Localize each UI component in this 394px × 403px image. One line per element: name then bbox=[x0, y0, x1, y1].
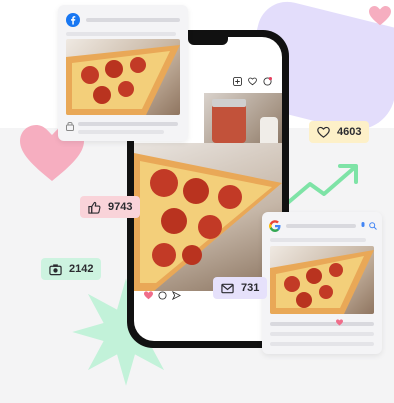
phone-post-actions bbox=[144, 291, 181, 300]
photos-stat-pill: 2142 bbox=[41, 258, 102, 280]
card-subheader-line bbox=[66, 32, 176, 36]
result-line-3 bbox=[270, 342, 374, 346]
microphone-icon bbox=[361, 222, 365, 227]
add-post-icon[interactable] bbox=[233, 77, 242, 86]
like-heart-icon[interactable] bbox=[144, 291, 153, 300]
result-title-line bbox=[270, 238, 366, 242]
card-header-line bbox=[86, 18, 180, 22]
messages-stat-pill: 731 bbox=[213, 277, 268, 299]
pizza-photo bbox=[134, 143, 282, 291]
facebook-post-photo bbox=[66, 39, 180, 115]
result-line bbox=[270, 322, 374, 326]
search-icon bbox=[369, 222, 377, 230]
heart-icon bbox=[317, 126, 330, 138]
result-line-2 bbox=[270, 332, 374, 336]
google-result-photo bbox=[270, 246, 374, 314]
thumbs-up-icon bbox=[88, 201, 101, 214]
likes-stat-pill: 9743 bbox=[80, 196, 141, 218]
card-caption-line-2 bbox=[78, 130, 164, 134]
messages-count: 731 bbox=[241, 282, 260, 294]
comment-icon[interactable] bbox=[158, 291, 167, 300]
small-heart-icon bbox=[336, 319, 343, 326]
hearts-count: 4603 bbox=[337, 126, 362, 138]
photos-count: 2142 bbox=[69, 263, 94, 275]
google-logo-icon bbox=[269, 220, 281, 232]
hearts-stat-pill: 4603 bbox=[309, 121, 370, 143]
heart-outline-icon[interactable] bbox=[248, 77, 257, 86]
phone-topbar-icons bbox=[233, 77, 272, 86]
google-post-card bbox=[262, 212, 382, 354]
phone-notch bbox=[188, 37, 228, 45]
small-heart-decoration-icon bbox=[369, 6, 391, 26]
card-caption-line bbox=[78, 122, 178, 126]
mail-icon bbox=[221, 283, 234, 293]
growth-arrow-icon bbox=[282, 164, 358, 208]
lock-icon bbox=[66, 122, 74, 131]
likes-count: 9743 bbox=[108, 201, 133, 213]
facebook-post-card bbox=[58, 5, 188, 141]
share-icon[interactable] bbox=[172, 291, 181, 300]
search-bar-line bbox=[286, 224, 356, 228]
facebook-logo-icon bbox=[66, 13, 80, 27]
camera-icon bbox=[49, 263, 62, 275]
messenger-notification-icon[interactable] bbox=[263, 77, 272, 86]
